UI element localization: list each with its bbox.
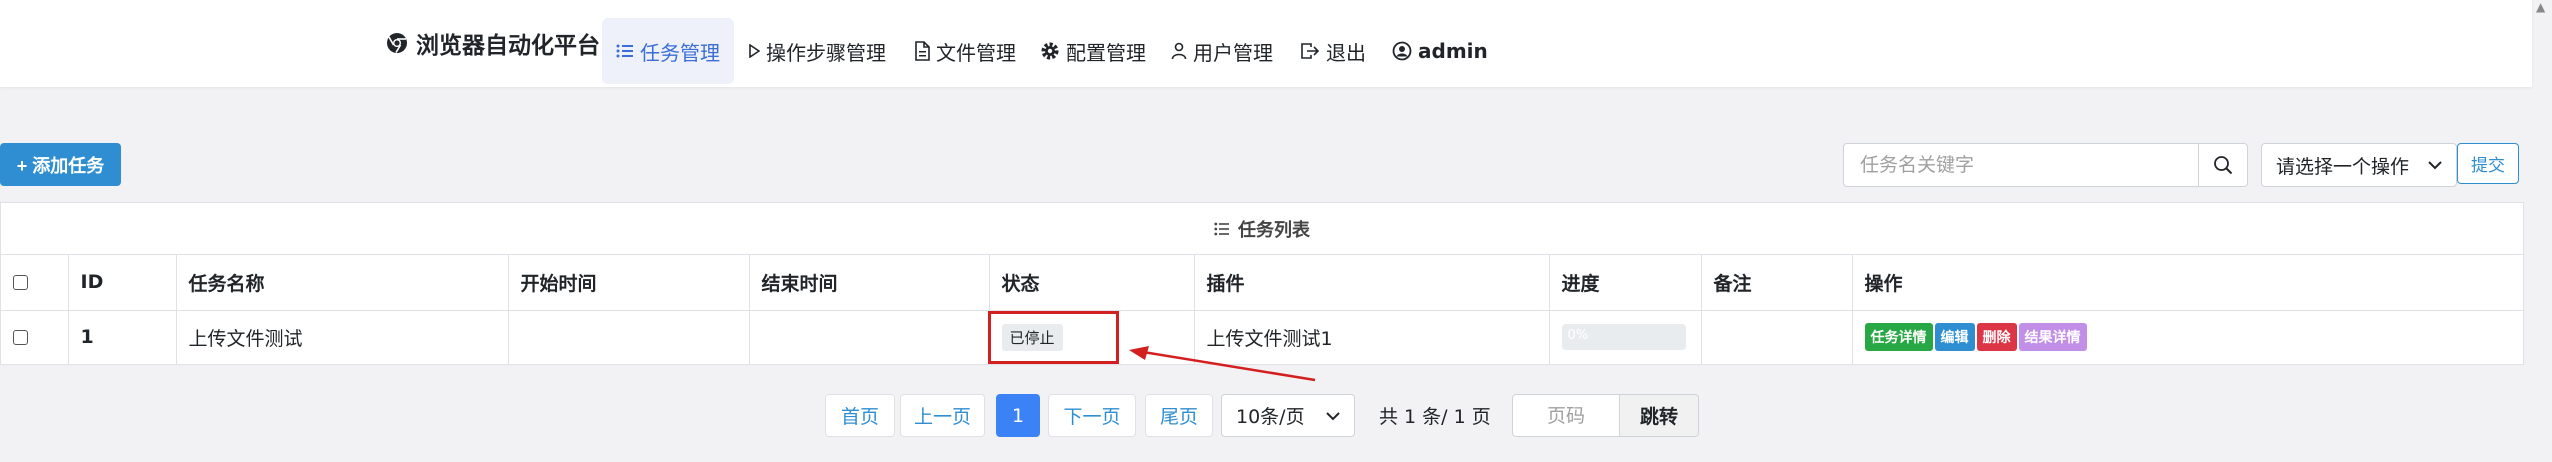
username: admin [1418, 39, 1488, 63]
task-note [1701, 310, 1853, 365]
result-detail-button[interactable]: 结果详情 [2018, 323, 2087, 351]
column-header[interactable]: 进度 [1549, 255, 1702, 311]
chevron-down-icon [2428, 161, 2442, 170]
search-button[interactable] [2198, 143, 2248, 187]
list-icon [616, 44, 633, 58]
search-icon [2214, 156, 2233, 175]
nav-item-user-account[interactable]: admin [1378, 18, 1502, 84]
nav-item-step-management[interactable]: 操作步骤管理 [734, 18, 900, 84]
nav-item-user-management[interactable]: 用户管理 [1157, 18, 1287, 84]
page-number-input[interactable] [1512, 394, 1620, 437]
nav-item-config-management[interactable]: 配置管理 [1026, 18, 1160, 84]
table-caption: 任务列表 [1, 203, 2523, 255]
page-summary: 共 1 条/ 1 页 [1379, 406, 1491, 428]
task-id: 1 [68, 310, 177, 365]
progress-bar: 0% [1561, 324, 1686, 350]
page-size-value: 10条/页 [1236, 406, 1305, 428]
chevron-down-icon [1326, 411, 1340, 420]
column-header[interactable]: 备注 [1701, 255, 1853, 311]
first-page-button[interactable]: 首页 [825, 394, 895, 437]
task-progress-cell: 0% [1549, 310, 1702, 365]
task-plugin: 上传文件测试1 [1194, 310, 1550, 365]
row-select-cell [1, 310, 69, 365]
last-page-button[interactable]: 尾页 [1145, 394, 1213, 437]
task-end-time [749, 310, 990, 365]
task-actions-cell: 任务详情 编辑 删除 结果详情 [1852, 310, 2523, 365]
brand[interactable]: 浏览器自动化平台 [386, 26, 600, 60]
task-status-cell: 已停止 [989, 310, 1195, 365]
nav-label: 操作步骤管理 [766, 40, 886, 65]
task-table: ID 任务名称 开始时间 结束时间 状态 插件 进度 备注 操作 1 上传文件测… [1, 255, 2523, 365]
next-page-button[interactable]: 下一页 [1048, 394, 1136, 437]
brand-title: 浏览器自动化平台 [416, 33, 600, 59]
select-all-checkbox[interactable] [13, 275, 28, 291]
task-table-card: 任务列表 ID 任务名称 开始时间 结束时间 状态 插件 进度 备注 操作 1 … [0, 202, 2524, 365]
column-header[interactable]: 插件 [1194, 255, 1550, 311]
nav-label: 任务管理 [640, 40, 720, 65]
file-icon [915, 41, 930, 61]
current-page-button[interactable]: 1 [996, 394, 1040, 437]
nav-item-file-management[interactable]: 文件管理 [900, 18, 1030, 84]
scroll-up-arrow-icon[interactable]: ▲ [2536, 0, 2550, 14]
task-search-input[interactable] [1843, 143, 2199, 187]
row-checkbox[interactable] [13, 330, 28, 345]
prev-page-button[interactable]: 上一页 [900, 394, 985, 437]
add-task-button[interactable]: + 添加任务 [0, 143, 121, 186]
user-circle-icon [1392, 41, 1412, 61]
nav-label: 文件管理 [936, 40, 1016, 65]
gear-icon [1041, 42, 1059, 60]
select-all-cell [1, 255, 69, 311]
task-name: 上传文件测试 [176, 310, 509, 365]
user-icon [1171, 42, 1187, 60]
table-header-row: ID 任务名称 开始时间 结束时间 状态 插件 进度 备注 操作 [1, 255, 2523, 311]
table-caption-text: 任务列表 [1238, 219, 1310, 241]
operation-select[interactable]: 请选择一个操作 [2261, 143, 2457, 187]
top-navbar: 浏览器自动化平台 任务管理 操作步骤管理 文件管理 配置管理 用户管理 退出 a… [0, 0, 2532, 87]
status-badge: 已停止 [1001, 323, 1063, 351]
progress-text: 0% [1567, 328, 1589, 343]
table-row: 1 上传文件测试 已停止 上传文件测试1 0% 任务详情 编辑 删除 结果详情 [1, 310, 2523, 365]
submit-button[interactable]: 提交 [2457, 143, 2519, 184]
page-size-select[interactable]: 10条/页 [1221, 394, 1355, 437]
logout-icon [1301, 43, 1320, 59]
nav-label: 用户管理 [1193, 40, 1273, 65]
column-header[interactable]: 任务名称 [176, 255, 509, 311]
column-header[interactable]: 结束时间 [749, 255, 990, 311]
column-header[interactable]: ID [68, 255, 177, 311]
edit-button[interactable]: 编辑 [1934, 323, 1975, 351]
list-icon [1214, 222, 1229, 235]
nav-label: 配置管理 [1066, 40, 1146, 65]
jump-button[interactable]: 跳转 [1619, 394, 1699, 437]
delete-button[interactable]: 删除 [1976, 323, 2017, 351]
nav-item-task-management[interactable]: 任务管理 [602, 18, 734, 84]
nav-label: 退出 [1326, 40, 1366, 65]
column-header[interactable]: 操作 [1852, 255, 2523, 311]
operation-select-value: 请选择一个操作 [2276, 155, 2410, 178]
task-start-time [508, 310, 750, 365]
column-header[interactable]: 开始时间 [508, 255, 750, 311]
chrome-icon [387, 33, 407, 53]
nav-item-logout[interactable]: 退出 [1286, 18, 1380, 84]
task-detail-button[interactable]: 任务详情 [1864, 323, 1933, 351]
column-header[interactable]: 状态 [989, 255, 1195, 311]
play-icon [749, 44, 760, 58]
